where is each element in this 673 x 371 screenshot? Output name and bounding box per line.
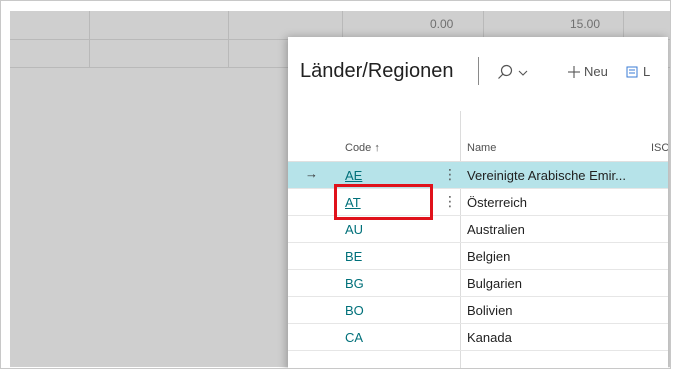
highlight-annotation	[334, 184, 433, 220]
table-row[interactable]: AU Australien	[288, 216, 668, 243]
background-value: 0.00	[430, 17, 454, 31]
plus-icon[interactable]	[567, 65, 581, 79]
edit-list-button[interactable]: L	[643, 64, 650, 79]
row-name: Österreich	[467, 195, 527, 210]
screenshot-frame: 0.00 15.00 Länder/Regionen Neu L Code ↑ …	[0, 0, 671, 369]
table-row[interactable]: BE Belgien	[288, 243, 668, 270]
edit-list-icon[interactable]	[626, 65, 640, 79]
column-header-name[interactable]: Name	[467, 142, 496, 154]
table-row[interactable]: BG Bulgarien	[288, 270, 668, 297]
row-code[interactable]: BE	[345, 249, 362, 264]
search-icon[interactable]	[497, 64, 513, 80]
background-value: 15.00	[570, 17, 601, 31]
title-divider	[478, 57, 479, 85]
chevron-down-icon[interactable]	[518, 69, 528, 77]
row-name: Belgien	[467, 249, 511, 264]
current-row-arrow-icon: →	[305, 166, 318, 181]
row-code[interactable]: CA	[345, 330, 363, 345]
row-actions-icon[interactable]: ⋮	[443, 166, 457, 183]
row-name: Bulgarien	[467, 276, 522, 291]
row-name: Australien	[467, 222, 525, 237]
new-button[interactable]: Neu	[584, 64, 608, 79]
row-code[interactable]: BG	[345, 276, 364, 291]
table-row[interactable]: BO Bolivien	[288, 297, 668, 324]
column-header-code[interactable]: Code ↑	[345, 142, 380, 154]
row-name: Kanada	[467, 330, 512, 345]
row-code[interactable]: BO	[345, 303, 364, 318]
row-name: Bolivien	[467, 303, 513, 318]
dialog-title: Länder/Regionen	[300, 60, 454, 82]
row-code[interactable]: AU	[345, 222, 363, 237]
row-actions-icon[interactable]: ⋮	[443, 193, 457, 210]
row-name: Vereinigte Arabische Emir...	[467, 168, 626, 183]
table-row[interactable]: CA Kanada	[288, 324, 668, 351]
column-header-iso[interactable]: ISC	[651, 142, 668, 154]
background-row: 0.00 15.00	[10, 11, 670, 40]
row-code[interactable]: AE	[345, 168, 362, 183]
